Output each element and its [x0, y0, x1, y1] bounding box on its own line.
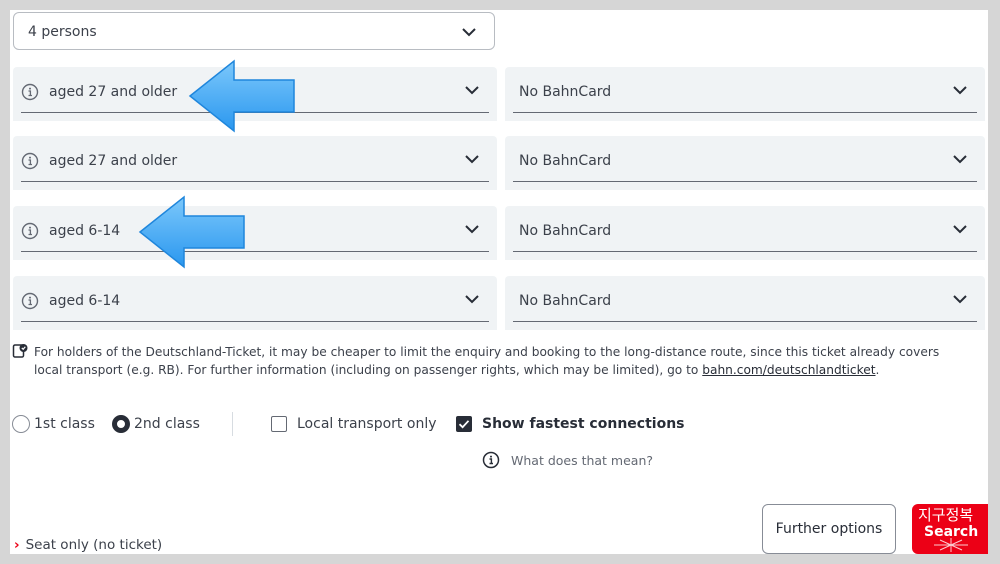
age-value: aged 6-14 [49, 223, 121, 239]
chevron-right-icon: › [14, 537, 20, 553]
age-dropdown[interactable]: aged 6-14 [13, 206, 497, 260]
checkmark-icon [458, 420, 470, 429]
first-class-radio[interactable] [12, 415, 30, 433]
sparkle-icon [934, 538, 968, 552]
fastest-connections-checkbox[interactable] [456, 416, 472, 432]
note-end: . [875, 363, 880, 377]
search-button[interactable]: 지구정복 Search [912, 504, 988, 554]
further-options-button[interactable]: Further options [762, 504, 896, 554]
deutschland-ticket-note: For holders of the Deutschland-Ticket, i… [34, 343, 954, 379]
seat-only-toggle[interactable]: › Seat only (no ticket) [14, 537, 162, 553]
local-transport-label[interactable]: Local transport only [297, 416, 437, 432]
field-underline [21, 321, 489, 322]
field-underline [513, 321, 977, 322]
options-divider [232, 412, 233, 436]
field-underline [513, 251, 977, 252]
second-class-label[interactable]: 2nd class [134, 416, 200, 432]
info-icon[interactable] [21, 292, 39, 310]
local-transport-checkbox[interactable] [271, 416, 287, 432]
bahncard-dropdown[interactable]: No BahnCard [505, 136, 985, 190]
field-underline [513, 181, 977, 182]
chevron-down-icon [463, 150, 481, 168]
ticket-note-icon [12, 343, 28, 359]
age-value: aged 27 and older [49, 153, 178, 169]
field-underline [21, 181, 489, 182]
age-dropdown[interactable]: aged 27 and older [13, 136, 497, 190]
fastest-connections-label[interactable]: Show fastest connections [482, 416, 685, 432]
info-icon[interactable] [482, 451, 500, 469]
bahncard-value: No BahnCard [519, 223, 612, 239]
booking-options-panel: 4 persons aged 27 and older No BahnCard [10, 10, 988, 554]
bahncard-dropdown[interactable]: No BahnCard [505, 206, 985, 260]
traveller-row: aged 6-14 No BahnCard [13, 276, 985, 330]
what-does-that-mean-link[interactable]: What does that mean? [511, 453, 653, 468]
traveller-row: aged 27 and older No BahnCard [13, 136, 985, 190]
persons-dropdown[interactable]: 4 persons [13, 12, 495, 50]
bahncard-dropdown[interactable]: No BahnCard [505, 276, 985, 330]
deutschlandticket-link[interactable]: bahn.com/deutschlandticket [702, 363, 875, 377]
age-dropdown[interactable]: aged 27 and older [13, 67, 497, 121]
traveller-row: aged 27 and older No BahnCard [13, 67, 985, 121]
bahncard-value: No BahnCard [519, 84, 612, 100]
age-value: aged 6-14 [49, 293, 121, 309]
chevron-down-icon [463, 81, 481, 99]
bahncard-dropdown[interactable]: No BahnCard [505, 67, 985, 121]
chevron-down-icon [463, 290, 481, 308]
seat-only-label: Seat only (no ticket) [25, 537, 163, 553]
chevron-down-icon [951, 81, 969, 99]
chevron-down-icon [951, 150, 969, 168]
chevron-down-icon [463, 220, 481, 238]
bahncard-value: No BahnCard [519, 293, 612, 309]
field-underline [21, 112, 489, 113]
field-underline [21, 251, 489, 252]
info-icon[interactable] [21, 222, 39, 240]
chevron-down-icon [460, 23, 478, 41]
second-class-radio[interactable] [112, 415, 130, 433]
field-underline [513, 112, 977, 113]
travel-options: 1st class 2nd class Local transport only… [10, 412, 988, 440]
age-dropdown[interactable]: aged 6-14 [13, 276, 497, 330]
info-icon[interactable] [21, 83, 39, 101]
age-value: aged 27 and older [49, 84, 178, 100]
persons-value: 4 persons [28, 24, 97, 40]
traveller-row: aged 6-14 No BahnCard [13, 206, 985, 260]
chevron-down-icon [951, 290, 969, 308]
chevron-down-icon [951, 220, 969, 238]
watermark-overlay: 지구정복 [918, 506, 974, 524]
first-class-label[interactable]: 1st class [34, 416, 95, 432]
info-icon[interactable] [21, 152, 39, 170]
bahncard-value: No BahnCard [519, 153, 612, 169]
